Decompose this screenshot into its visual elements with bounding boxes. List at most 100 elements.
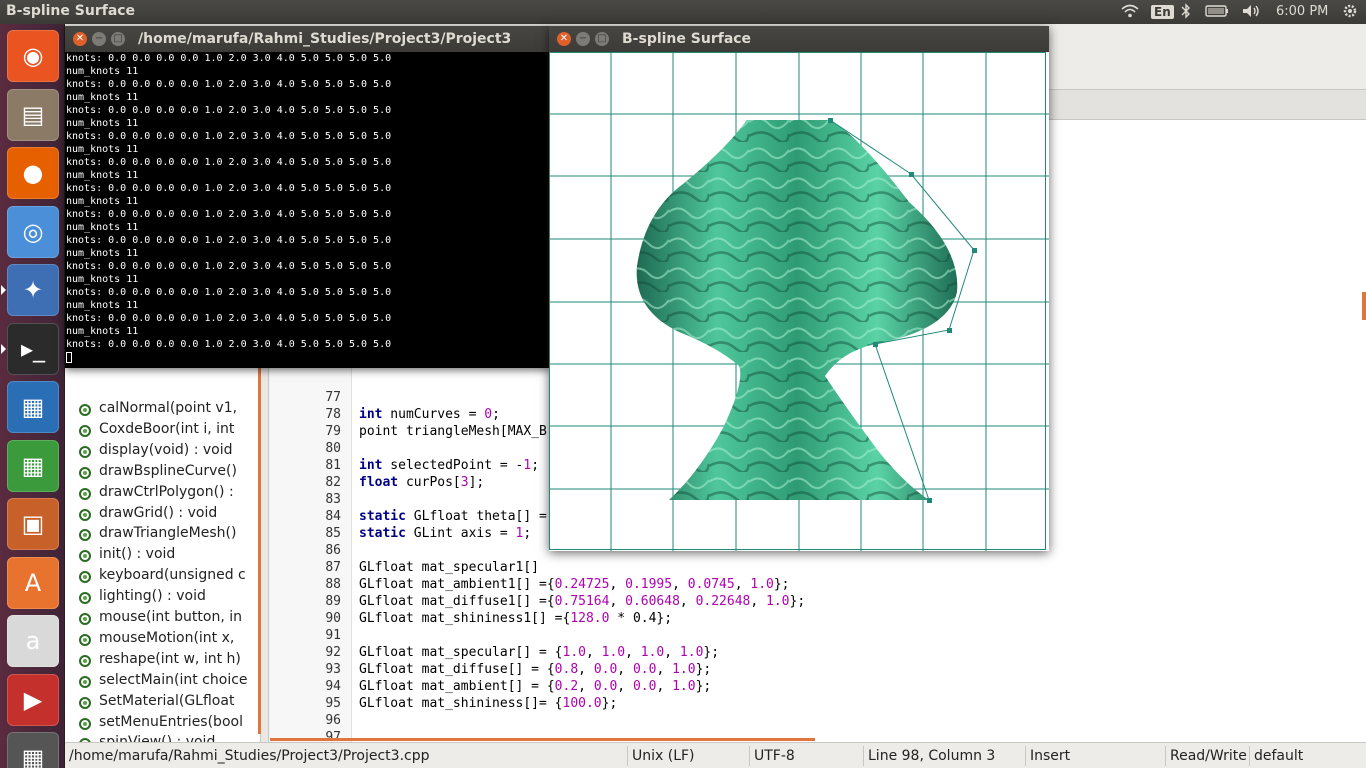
line-number: 88 [325,577,341,592]
chromium-icon[interactable]: ◎ [7,205,59,258]
maximize-icon[interactable]: □ [111,32,125,46]
gear-icon[interactable] [1342,3,1358,21]
app-title: B-spline Surface [6,3,136,19]
terminal-line: num_knots 11 [66,66,139,77]
function-icon [79,466,91,479]
terminal-window[interactable]: ✕ − □ /home/marufa/Rahmi_Studies/Project… [65,26,551,368]
control-point[interactable] [873,342,878,347]
symbol-label: drawCtrlPolygon() : [99,483,234,500]
control-point[interactable] [947,328,952,333]
symbol-item[interactable]: keyboard(unsigned c [79,567,246,587]
libreoffice-calc-icon[interactable]: ▦ [7,439,59,492]
code-line[interactable]: GLfloat mat_specular[] = {1.0, 1.0, 1.0,… [359,645,719,662]
keyboard-layout-label: En [1151,5,1174,19]
splitter-accent [258,354,261,734]
symbol-item[interactable]: SetMaterial(GLfloat [79,692,235,713]
opengl-canvas[interactable] [549,52,1049,551]
terminal-line: num_knots 11 [66,326,139,337]
terminal-line: num_knots 11 [66,92,139,103]
close-icon[interactable]: ✕ [557,32,571,46]
terminal-line: knots: 0.0 0.0 0.0 0.0 1.0 2.0 3.0 4.0 5… [66,209,392,220]
code-line[interactable]: static GLint axis = 1; [359,526,531,543]
code-line[interactable]: static GLfloat theta[] = [359,509,547,526]
code-line[interactable]: GLfloat mat_diffuse1[] ={0.75164, 0.6064… [359,594,805,611]
line-number: 89 [325,594,341,609]
terminal-icon[interactable]: ▸_ [7,322,59,375]
symbol-item[interactable]: drawCtrlPolygon() : [79,483,234,504]
terminal-title: /home/marufa/Rahmi_Studies/Project3/Proj… [138,31,512,47]
symbol-label: reshape(int w, int h) [99,650,241,667]
status-mode: Insert [1025,746,1099,766]
code-line[interactable]: GLfloat mat_shininess[]= {100.0}; [359,696,617,713]
control-point[interactable] [972,248,977,253]
minimize-icon[interactable]: − [576,32,590,46]
software-center-icon[interactable]: A [7,556,59,609]
control-point[interactable] [909,172,914,177]
control-point[interactable] [927,498,932,503]
bspline-window[interactable]: ✕ − □ B-spline Surface [549,26,1049,551]
symbol-item[interactable]: drawGrid() : void [79,504,218,525]
symbol-label: mouse(int button, in [99,609,242,625]
symbol-label: SetMaterial(GLfloat [99,692,235,709]
youtube-icon[interactable]: ▶ [7,673,59,726]
function-icon [79,571,91,584]
control-point[interactable] [828,118,833,123]
wifi-icon[interactable] [1121,3,1139,21]
symbol-item[interactable]: lighting() : void [79,588,206,608]
code-line[interactable]: point triangleMesh[MAX_B [359,424,547,441]
bspline-title: B-spline Surface [622,31,752,47]
code-line[interactable]: int numCurves = 0; [359,407,500,424]
minimize-icon[interactable]: − [92,32,106,46]
terminal-line: knots: 0.0 0.0 0.0 0.0 1.0 2.0 3.0 4.0 5… [66,235,392,246]
code-line[interactable]: float curPos[3]; [359,475,484,492]
code-line[interactable]: GLfloat mat_specular1[] [359,560,539,577]
status-position: Line 98, Column 3 [863,746,1025,766]
bluetooth-icon[interactable] [1181,3,1191,21]
symbol-item[interactable]: mouse(int button, in [79,609,242,629]
maximize-icon[interactable]: □ [595,32,609,46]
symbol-item[interactable]: spinView() : void [79,734,215,742]
symbol-label: drawGrid() : void [99,504,218,521]
code-line[interactable]: GLfloat mat_shininess1[] ={128.0 * 0.4}; [359,611,672,628]
line-number: 95 [325,696,341,711]
symbol-item[interactable]: CoxdeBoor(int i, int [79,421,234,441]
symbol-item[interactable]: setMenuEntries(bool [79,713,243,734]
symbol-item[interactable]: drawTriangleMesh() [79,525,236,545]
libreoffice-impress-icon[interactable]: ▣ [7,498,59,550]
code-line[interactable]: int selectedPoint = -1; [359,458,539,475]
files-icon[interactable]: ▤ [7,88,59,141]
symbol-item[interactable]: selectMain(int choice [79,672,248,692]
code-line[interactable]: GLfloat mat_ambient1[] ={0.24725, 0.1995… [359,577,790,594]
clock[interactable]: 6:00 PM [1276,3,1328,21]
symbol-item[interactable]: calNormal(point v1, [79,400,237,420]
terminal-line: num_knots 11 [66,170,139,181]
terminal-prompt[interactable] [66,351,550,364]
symbol-item[interactable]: display(void) : void [79,441,233,462]
scroll-marker[interactable] [1362,292,1366,320]
code-line[interactable]: GLfloat mat_ambient[] = {0.2, 0.0, 0.0, … [359,679,711,696]
workspace-switcher-icon[interactable]: ▦ [7,732,59,768]
close-icon[interactable]: ✕ [73,32,87,46]
volume-icon[interactable] [1241,3,1261,21]
bspline-titlebar[interactable]: ✕ − □ B-spline Surface [549,26,1049,52]
top-panel: B-spline Surface En 6:00 PM [0,0,1366,24]
code-line[interactable]: GLfloat mat_diffuse[] = {0.8, 0.0, 0.0, … [359,662,711,679]
ubuntu-dash-icon[interactable]: ◉ [7,30,59,82]
symbol-label: display(void) : void [99,441,233,458]
symbol-item[interactable]: drawBsplineCurve() [79,463,237,483]
symbol-item[interactable]: init() : void [79,546,175,566]
terminal-titlebar[interactable]: ✕ − □ /home/marufa/Rahmi_Studies/Project… [65,26,551,52]
firefox-icon[interactable]: ● [7,147,59,199]
launcher: ◉ ▤ ● ◎ ✦ ▸_ ▦ ▦ ▣ Aa ▶ ▦ [0,24,65,768]
symbol-item[interactable]: reshape(int w, int h) [79,650,241,671]
battery-icon[interactable] [1205,3,1229,21]
keyboard-layout-indicator[interactable]: En [1151,3,1174,21]
libreoffice-writer-icon[interactable]: ▦ [7,381,59,433]
function-icon [79,529,91,542]
network-tool-icon[interactable]: ✦ [7,264,59,316]
line-number: 78 [325,407,341,422]
terminal-output[interactable]: knots: 0.0 0.0 0.0 0.0 1.0 2.0 3.0 4.0 5… [65,52,551,368]
amazon-icon[interactable]: a [7,615,59,667]
symbol-item[interactable]: mouseMotion(int x, [79,630,234,650]
symbol-label: setMenuEntries(bool [99,713,243,730]
